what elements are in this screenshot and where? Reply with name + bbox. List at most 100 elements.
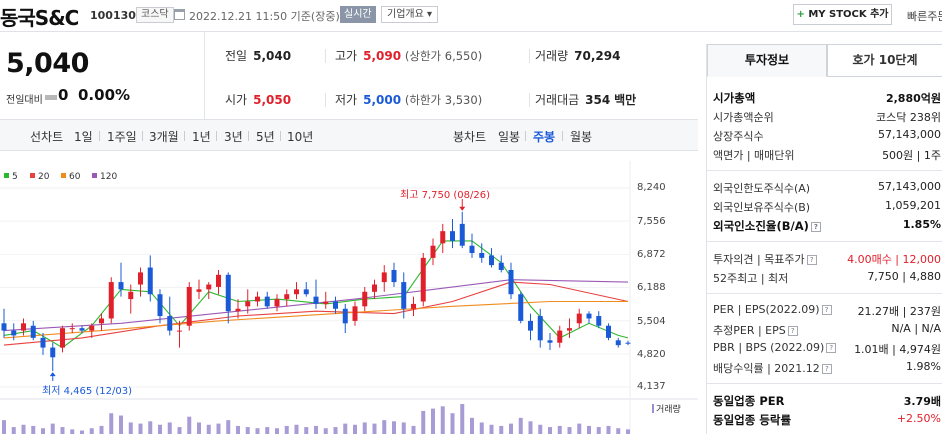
tab-1year[interactable]: 1년 xyxy=(192,128,211,145)
info-label: 추정PER | EPS? xyxy=(713,322,798,338)
tab-1day[interactable]: 1일 xyxy=(74,128,93,145)
tab-1week[interactable]: 1주일 xyxy=(107,128,137,145)
volume-bar xyxy=(99,425,104,434)
price-chart[interactable]: 5 20 60 120 8,240 7,556 6,872 6,188 5,50… xyxy=(0,151,698,434)
candle-body xyxy=(225,274,231,312)
candle-body xyxy=(381,272,387,283)
help-icon[interactable]: ? xyxy=(787,326,798,336)
candle-body xyxy=(118,282,124,290)
help-icon[interactable]: ? xyxy=(806,255,817,265)
volume-bar xyxy=(548,427,552,434)
candle-body xyxy=(167,316,173,331)
stat-upper-limit: (상한가 6,550) xyxy=(404,49,483,63)
tab-investment-info[interactable]: 투자정보 xyxy=(707,44,827,77)
volume-bar xyxy=(119,415,123,434)
stat-amount-unit: 백만 xyxy=(614,93,637,107)
volume-bar xyxy=(314,425,318,434)
help-icon[interactable]: ? xyxy=(826,343,837,353)
help-icon[interactable]: ? xyxy=(821,364,832,374)
section-divider xyxy=(707,383,942,384)
volume-bar xyxy=(596,427,601,434)
stat-low-label: 저가 xyxy=(335,93,358,107)
y-tick: 6,188 xyxy=(637,282,666,293)
tab-3year[interactable]: 3년 xyxy=(224,128,243,145)
volume-bar xyxy=(626,429,630,434)
add-my-stock-button[interactable]: + MY STOCK 추가 xyxy=(793,4,892,25)
volume-bar xyxy=(489,424,494,434)
candle-body xyxy=(606,325,611,338)
info-value: +2.50% xyxy=(896,412,941,425)
realtime-button[interactable]: 실시간 xyxy=(340,6,376,23)
tab-monthly-candle[interactable]: 월봉 xyxy=(570,128,592,145)
quick-order-link[interactable]: 빠른주문 xyxy=(907,8,942,24)
candle-body xyxy=(313,296,319,304)
y-tick: 5,504 xyxy=(637,316,666,327)
info-label: 시가총액 xyxy=(713,91,756,105)
tab-divider xyxy=(184,131,185,141)
candle-body xyxy=(420,257,426,302)
tab-orderbook-10[interactable]: 호가 10단계 xyxy=(827,44,942,77)
company-overview-dropdown[interactable]: 기업개요 ▾ xyxy=(381,6,439,23)
stat-low: 저가 5,000 (하한가 3,530) xyxy=(335,91,482,108)
volume-bar xyxy=(401,422,406,434)
info-value: 4.00매수 | 12,000 xyxy=(847,253,941,266)
info-label: PBR | BPS (2022.09)? xyxy=(713,341,837,354)
volume-legend: 거래량 xyxy=(652,402,681,415)
volume-bar xyxy=(577,423,582,434)
candle-body xyxy=(469,245,475,253)
low-arrow-head xyxy=(49,372,56,377)
volume-bar xyxy=(616,428,621,434)
candle-body xyxy=(186,286,192,326)
volume-bar xyxy=(41,428,45,434)
info-value: 1.85% xyxy=(902,218,941,231)
candle-body xyxy=(89,325,95,331)
volume-bar xyxy=(275,428,279,434)
info-label-text: PER | EPS(2022.09) xyxy=(713,303,820,316)
stat-high-label: 고가 xyxy=(335,49,358,63)
tab-5year[interactable]: 5년 xyxy=(256,128,275,145)
legend-ma5: 5 xyxy=(4,172,18,182)
volume-bar xyxy=(557,425,562,434)
stat-high: 고가 5,090 (상한가 6,550) xyxy=(335,47,482,64)
tab-weekly-candle[interactable]: 주봉 xyxy=(533,128,555,145)
legend-ma60: 60 xyxy=(61,172,80,182)
candle-body xyxy=(450,231,455,241)
volume-bar xyxy=(187,416,192,434)
candle-body xyxy=(206,284,212,290)
tab-divider xyxy=(525,131,526,141)
legend-ma20-label: 20 xyxy=(38,172,50,182)
tab-3month[interactable]: 3개월 xyxy=(149,128,179,145)
volume-bar xyxy=(343,423,348,434)
volume-bar xyxy=(323,428,328,434)
info-value: 7,750 | 4,880 xyxy=(867,270,941,283)
stock-header: 동국S&C 100130 코스닥 2022.12.21 11:50 기준(장중)… xyxy=(0,0,942,32)
tab-10year[interactable]: 10년 xyxy=(287,128,313,145)
volume-bar xyxy=(284,425,289,434)
info-value: 3.79배 xyxy=(903,395,941,408)
y-tick: 6,872 xyxy=(637,249,666,260)
add-my-stock-label: MY STOCK 추가 xyxy=(808,9,889,20)
candle-body xyxy=(459,223,465,246)
line-chart-label: 선차트 xyxy=(30,130,64,144)
candle-body xyxy=(30,325,36,338)
help-icon[interactable]: ? xyxy=(810,222,821,232)
tab-daily-candle[interactable]: 일봉 xyxy=(498,128,520,145)
volume-bar xyxy=(60,427,65,434)
candle-body xyxy=(596,316,602,326)
volume-bar xyxy=(470,417,474,434)
price-summary: 5,040 전일대비 0 0.00% xyxy=(0,32,205,120)
volume-bar xyxy=(177,427,182,434)
volume-bar xyxy=(333,427,338,434)
y-tick: 8,240 xyxy=(637,182,666,193)
info-value: 57,143,000 xyxy=(878,180,941,193)
candle-body xyxy=(567,328,572,331)
volume-bar xyxy=(431,408,435,434)
candle-body xyxy=(615,340,621,346)
info-value: N/A | N/A xyxy=(891,322,941,335)
volume-bar xyxy=(109,413,114,434)
help-icon[interactable]: ? xyxy=(821,305,832,315)
stat-prev-close-value: 5,040 xyxy=(253,49,292,63)
candle-body xyxy=(50,347,56,358)
volume-bar xyxy=(128,422,133,434)
candle-body xyxy=(342,308,348,324)
